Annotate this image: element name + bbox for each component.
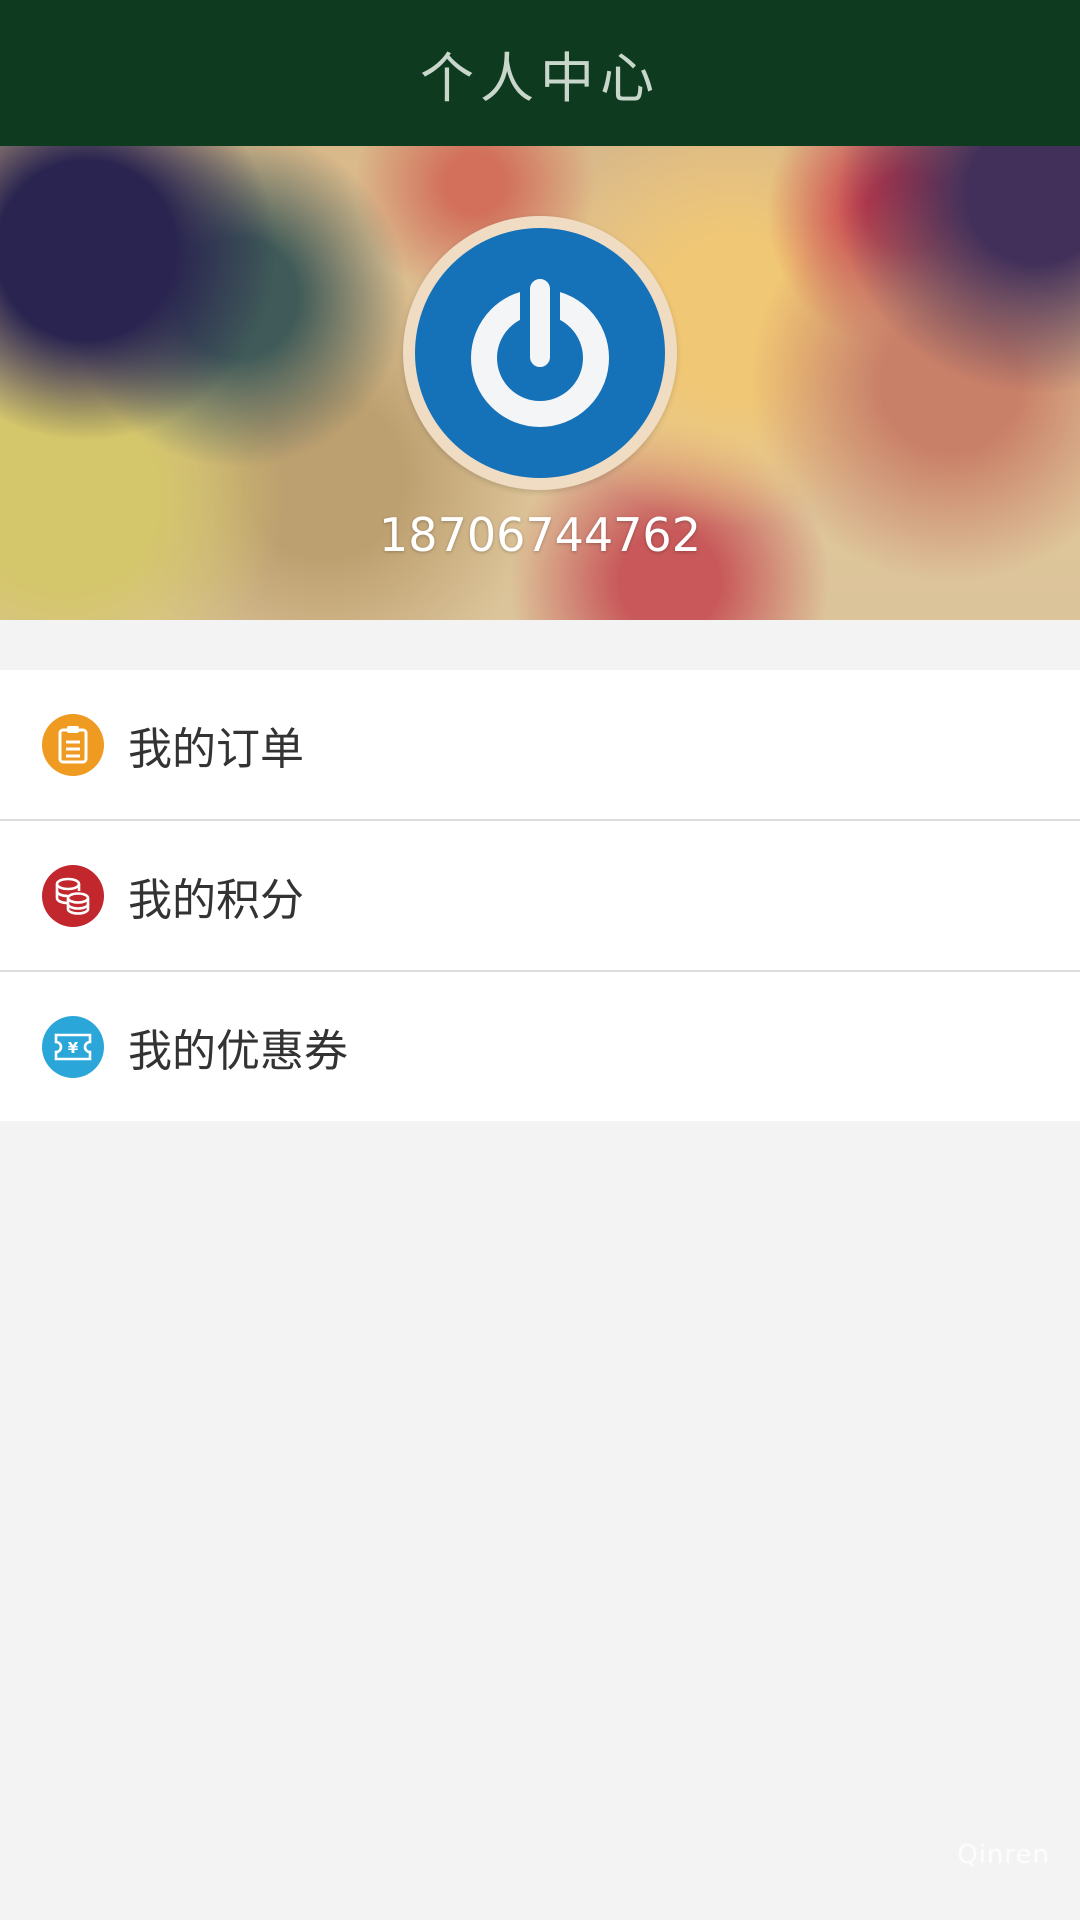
svg-text:¥: ¥ xyxy=(68,1039,79,1057)
watermark: Qinren xyxy=(957,1840,1050,1870)
user-phone: 18706744762 xyxy=(379,508,701,562)
menu-item-coupons[interactable]: ¥ 我的优惠券 xyxy=(0,972,1080,1121)
clipboard-icon xyxy=(42,713,104,776)
menu-list: 我的订单 我的积分 ¥ 我的优惠券 xyxy=(0,670,1080,1121)
app-root: 个人中心 18706744762 我的订单 我的积分 ¥ 我的优惠券 Qinre… xyxy=(0,0,1080,1920)
menu-item-label: 我的订单 xyxy=(128,723,304,775)
profile-banner: 18706744762 xyxy=(0,146,1080,620)
menu-item-orders[interactable]: 我的订单 xyxy=(0,670,1080,821)
page-title: 个人中心 xyxy=(420,46,660,110)
menu-item-points[interactable]: 我的积分 xyxy=(0,821,1080,972)
power-logo-icon xyxy=(415,228,665,478)
coupon-icon: ¥ xyxy=(42,1015,104,1078)
menu-item-label: 我的优惠券 xyxy=(128,1025,348,1077)
coins-icon xyxy=(42,864,104,927)
menu-item-label: 我的积分 xyxy=(128,874,304,926)
avatar[interactable] xyxy=(403,216,677,490)
top-bar: 个人中心 xyxy=(0,0,1080,146)
